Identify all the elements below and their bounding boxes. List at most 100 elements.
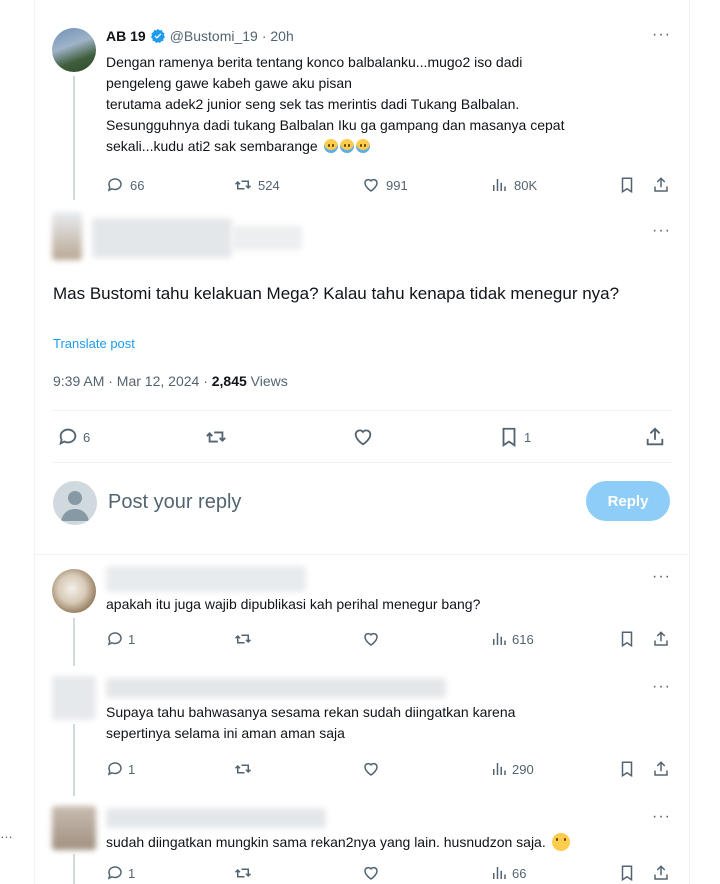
main-reply-action[interactable]: 6	[57, 426, 90, 448]
tweet-time[interactable]: · 20h	[262, 28, 294, 44]
like-action[interactable]: 991	[362, 176, 408, 194]
tweet-header: AB 19 @Bustomi_19 · 20h	[106, 28, 294, 44]
share-icon	[654, 865, 668, 880]
share-action[interactable]	[652, 630, 670, 648]
reply-icon	[107, 632, 122, 646]
reply-action[interactable]: 1	[106, 864, 135, 882]
user-avatar[interactable]	[53, 481, 97, 525]
divider	[52, 410, 672, 411]
more-options-icon[interactable]: ···	[652, 568, 671, 586]
more-options-icon[interactable]: ···	[652, 26, 671, 44]
tweet-line: terutama adek2 junior seng sek tas merin…	[106, 96, 520, 112]
bookmark-icon	[621, 865, 633, 882]
reply-count: 1	[128, 631, 136, 647]
like-action[interactable]	[362, 630, 380, 648]
reply-button[interactable]: Reply	[586, 481, 670, 521]
repost-count: 524	[258, 177, 280, 193]
tweet-timestamp[interactable]: 9:39 AM · Mar 12, 2024 ·	[53, 373, 212, 389]
reply-line: sepertinya selama ini aman aman saja	[106, 725, 345, 741]
reply-avatar[interactable]	[52, 569, 96, 613]
views-count: 616	[512, 631, 534, 647]
smiling-emoji-icon	[551, 833, 570, 851]
repost-icon	[234, 180, 252, 190]
share-action[interactable]	[652, 864, 670, 882]
views-count: 66	[512, 865, 527, 881]
tweet-line: pengeleng gawe kabeh gawe aku pisan	[106, 75, 352, 91]
share-icon	[654, 177, 668, 192]
main-bookmark-action[interactable]: 1	[498, 426, 531, 448]
reply-text: apakah itu juga wajib dipublikasi kah pe…	[106, 596, 481, 612]
crying-emoji-icon	[339, 139, 354, 153]
reply-action[interactable]: 1	[106, 630, 135, 648]
share-icon	[646, 427, 664, 446]
reply-icon	[107, 178, 122, 192]
reply-action[interactable]: 1	[106, 760, 135, 778]
bookmark-icon	[621, 631, 633, 648]
bookmark-action[interactable]	[618, 176, 636, 194]
share-action[interactable]	[652, 760, 670, 778]
views-action[interactable]: 80K	[490, 176, 537, 194]
repost-action[interactable]	[234, 760, 252, 778]
blurred-reply-avatar[interactable]	[52, 676, 96, 720]
tweet-text: Dengan ramenya berita tentang konco balb…	[106, 52, 666, 157]
main-bookmark-count: 1	[524, 429, 532, 445]
bookmark-action[interactable]	[618, 630, 636, 648]
bookmark-icon	[502, 427, 516, 447]
like-action[interactable]	[362, 760, 380, 778]
like-count: 991	[386, 177, 408, 193]
like-action[interactable]	[362, 864, 380, 882]
reply-action[interactable]: 66	[106, 176, 144, 194]
bookmark-action[interactable]	[618, 864, 636, 882]
views-action[interactable]: 290	[490, 760, 534, 778]
more-options-icon[interactable]: ···	[652, 222, 671, 240]
heart-icon	[364, 178, 378, 192]
blurred-author-avatar[interactable]	[52, 212, 82, 260]
author-name[interactable]: AB 19	[106, 28, 146, 44]
author-avatar[interactable]	[52, 28, 96, 72]
tweet-line: Dengan ramenya berita tentang konco balb…	[106, 54, 523, 70]
views-icon	[493, 867, 506, 879]
main-like-action[interactable]	[352, 426, 374, 448]
repost-icon	[234, 764, 252, 774]
share-icon	[654, 761, 668, 776]
views-number: 2,845	[211, 373, 247, 389]
views-action[interactable]: 66	[490, 864, 526, 882]
reply-text: Supaya tahu bahwasanya sesama rekan suda…	[106, 702, 515, 744]
main-reply-count: 6	[83, 429, 91, 445]
bookmark-action[interactable]	[618, 760, 636, 778]
share-icon	[654, 631, 668, 646]
translate-post-link[interactable]: Translate post	[53, 336, 135, 351]
more-options-icon[interactable]: ···	[652, 808, 671, 826]
verified-badge-icon	[150, 29, 165, 43]
author-handle[interactable]: @Bustomi_19	[170, 28, 258, 44]
repost-action[interactable]	[234, 864, 252, 882]
reply-text: sudah diingatkan mungkin sama rekan2nya …	[106, 832, 570, 853]
heart-icon	[364, 866, 378, 880]
blurred-reply-author	[106, 678, 446, 698]
heart-icon	[364, 632, 378, 646]
views-icon	[493, 763, 506, 775]
tweet-line: Sesungguhnya dadi tukang Balbalan Iku ga…	[106, 117, 565, 133]
side-more-icon[interactable]: …	[0, 826, 14, 841]
more-options-icon[interactable]: ···	[652, 678, 671, 696]
views-label: Views	[246, 373, 288, 389]
reply-icon	[59, 428, 77, 446]
views-icon	[493, 633, 506, 645]
reply-input[interactable]: Post your reply	[108, 491, 241, 514]
blurred-reply-author	[106, 566, 306, 592]
reply-count: 66	[130, 177, 145, 193]
thread-line	[73, 76, 75, 200]
divider	[52, 462, 672, 463]
bookmark-icon	[621, 761, 633, 778]
tweet-line: sekali...kudu ati2 sak sembarange	[106, 136, 666, 157]
blurred-reply-avatar[interactable]	[52, 806, 96, 850]
share-action[interactable]	[652, 176, 670, 194]
default-user-icon	[61, 491, 89, 521]
repost-action[interactable]: 524	[234, 176, 280, 194]
main-share-action[interactable]	[644, 426, 666, 448]
reply-count: 1	[128, 761, 136, 777]
main-repost-action[interactable]	[205, 426, 227, 448]
repost-action[interactable]	[234, 630, 252, 648]
views-action[interactable]: 616	[490, 630, 534, 648]
divider	[34, 554, 688, 555]
